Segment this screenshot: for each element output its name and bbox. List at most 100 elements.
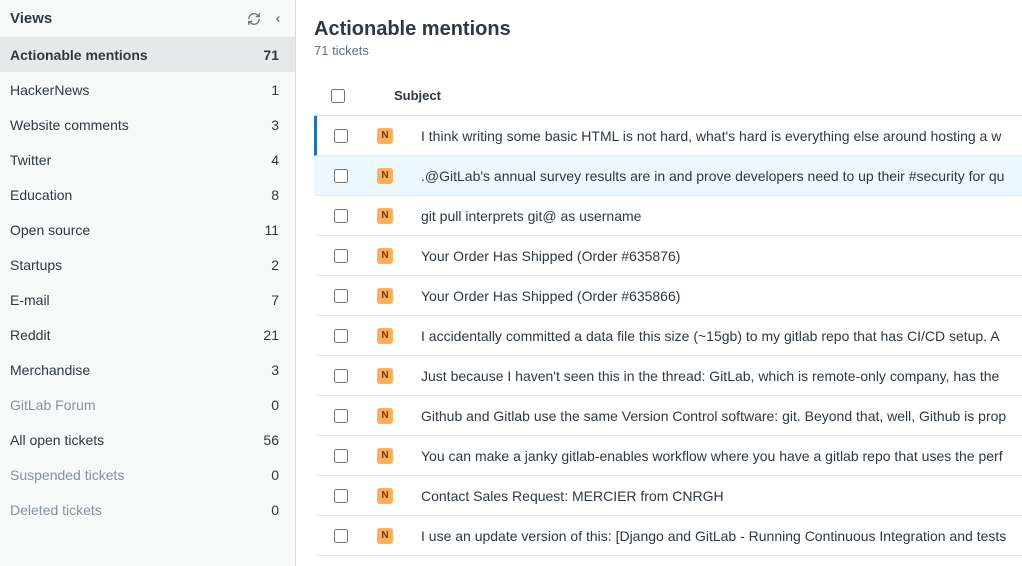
sidebar-item-count: 4: [271, 152, 279, 168]
row-checkbox[interactable]: [334, 249, 348, 263]
sidebar-item-label: Merchandise: [10, 362, 90, 378]
sidebar-item[interactable]: Startups 2: [0, 247, 295, 282]
table-row[interactable]: N Your Order Has Shipped (Order #635876): [314, 236, 1022, 276]
sidebar-item-label: E-mail: [10, 292, 50, 308]
status-badge: N: [377, 328, 393, 344]
sidebar-item[interactable]: All open tickets 56: [0, 422, 295, 457]
row-checkbox[interactable]: [334, 209, 348, 223]
table-row[interactable]: N I think writing some basic HTML is not …: [314, 116, 1022, 156]
sidebar-item-label: Open source: [10, 222, 90, 238]
sidebar-item-label: Education: [10, 187, 72, 203]
row-checkbox[interactable]: [334, 449, 348, 463]
ticket-subject: I accidentally committed a data file thi…: [405, 328, 1022, 344]
refresh-icon[interactable]: [247, 12, 261, 26]
sidebar-item[interactable]: Education 8: [0, 177, 295, 212]
main-header: Actionable mentions 71 tickets: [314, 18, 1022, 58]
status-badge: N: [377, 528, 393, 544]
status-badge: N: [377, 248, 393, 264]
table-row[interactable]: N Contact Sales Request: MERCIER from CNR…: [314, 476, 1022, 516]
status-badge: N: [377, 368, 393, 384]
sidebar-item[interactable]: Suspended tickets 0: [0, 457, 295, 492]
sidebar-item-count: 11: [264, 222, 279, 238]
ticket-subject: Your Order Has Shipped (Order #635876): [405, 248, 1022, 264]
sidebar-item-label: Deleted tickets: [10, 502, 102, 518]
sidebar-item[interactable]: E-mail 7: [0, 282, 295, 317]
page-title: Actionable mentions: [314, 18, 1022, 41]
ticket-subject: You can make a janky gitlab-enables work…: [405, 448, 1022, 464]
status-badge: N: [377, 168, 393, 184]
sidebar-item-label: GitLab Forum: [10, 397, 96, 413]
row-checkbox[interactable]: [334, 529, 348, 543]
ticket-subject: I use an update version of this: [Django…: [405, 528, 1022, 544]
ticket-subject: Contact Sales Request: MERCIER from CNRG…: [405, 488, 1022, 504]
status-badge: N: [377, 288, 393, 304]
status-badge: N: [377, 208, 393, 224]
ticket-count: 71 tickets: [314, 43, 1022, 58]
sidebar-item-label: Suspended tickets: [10, 467, 124, 483]
status-badge: N: [377, 448, 393, 464]
ticket-subject: I think writing some basic HTML is not h…: [405, 128, 1022, 144]
sidebar-header: Views: [0, 0, 295, 37]
row-checkbox[interactable]: [334, 129, 348, 143]
row-checkbox[interactable]: [334, 169, 348, 183]
table-row[interactable]: N Just because I haven't seen this in the…: [314, 356, 1022, 396]
sidebar-item-label: All open tickets: [10, 432, 104, 448]
sidebar-item-count: 8: [271, 187, 279, 203]
tickets-table: Subject N I think writing some basic HTML…: [314, 76, 1022, 566]
views-list: Actionable mentions71HackerNews1Website …: [0, 37, 295, 527]
ticket-subject: Github and Gitlab use the same Version C…: [405, 408, 1022, 424]
ticket-subject: Your Order Has Shipped (Order #635866): [405, 288, 1022, 304]
sidebar-item-count: 0: [271, 467, 279, 483]
sidebar-item-count: 3: [271, 117, 279, 133]
sidebar-item[interactable]: Actionable mentions 71: [0, 37, 295, 72]
sidebar-item-label: Website comments: [10, 117, 129, 133]
table-row[interactable]: N Your Order Has Shipped (Order #635866): [314, 276, 1022, 316]
sidebar-item-label: Twitter: [10, 152, 51, 168]
table-row[interactable]: NI'm a little confused. How do I run the…: [314, 556, 1022, 566]
ticket-subject: .@GitLab's annual survey results are in …: [405, 168, 1022, 184]
sidebar-item[interactable]: Twitter 4: [0, 142, 295, 177]
sidebar-item-count: 0: [271, 502, 279, 518]
table-row[interactable]: Ngit pull interprets git@ as username: [314, 196, 1022, 236]
sidebar-item-count: 21: [263, 327, 279, 343]
sidebar-item-count: 2: [271, 257, 279, 273]
sidebar-item[interactable]: Open source 11: [0, 212, 295, 247]
row-checkbox[interactable]: [334, 409, 348, 423]
sidebar-item-count: 71: [263, 47, 279, 63]
row-checkbox[interactable]: [334, 489, 348, 503]
main-panel: Actionable mentions 71 tickets Subject N…: [296, 0, 1022, 566]
table-row[interactable]: N I use an update version of this: [Djang…: [314, 516, 1022, 556]
table-row[interactable]: N You can make a janky gitlab-enables wor…: [314, 436, 1022, 476]
sidebar-item-label: HackerNews: [10, 82, 89, 98]
status-badge: N: [377, 488, 393, 504]
table-row[interactable]: N I accidentally committed a data file th…: [314, 316, 1022, 356]
status-badge: N: [377, 408, 393, 424]
row-checkbox[interactable]: [334, 369, 348, 383]
sidebar-item[interactable]: HackerNews1: [0, 72, 295, 107]
sidebar-item-count: 0: [271, 397, 279, 413]
ticket-subject: Just because I haven't seen this in the …: [405, 368, 1022, 384]
sidebar-item[interactable]: Reddit 21: [0, 317, 295, 352]
column-header-subject[interactable]: Subject: [362, 88, 441, 103]
sidebar-item-label: Startups: [10, 257, 62, 273]
ticket-subject: git pull interprets git@ as username: [405, 208, 1022, 224]
sidebar-item[interactable]: Merchandise 3: [0, 352, 295, 387]
table-row[interactable]: N Github and Gitlab use the same Version …: [314, 396, 1022, 436]
table-header: Subject: [314, 76, 1022, 116]
sidebar-item[interactable]: Website comments 3: [0, 107, 295, 142]
sidebar-item-count: 3: [271, 362, 279, 378]
sidebar-item-label: Actionable mentions: [10, 47, 148, 63]
sidebar-item-count: 56: [263, 432, 279, 448]
sidebar-title: Views: [10, 10, 52, 27]
row-checkbox[interactable]: [334, 289, 348, 303]
sidebar-item-label: Reddit: [10, 327, 50, 343]
sidebar-item[interactable]: GitLab Forum 0: [0, 387, 295, 422]
row-checkbox[interactable]: [334, 329, 348, 343]
sidebar-item[interactable]: Deleted tickets 0: [0, 492, 295, 527]
select-all-checkbox[interactable]: [331, 89, 345, 103]
table-row[interactable]: N .@GitLab's annual survey results are in…: [314, 156, 1022, 196]
status-badge: N: [377, 128, 393, 144]
sidebar-item-count: 7: [271, 292, 279, 308]
collapse-icon[interactable]: [273, 12, 283, 26]
table-body: N I think writing some basic HTML is not …: [314, 116, 1022, 566]
